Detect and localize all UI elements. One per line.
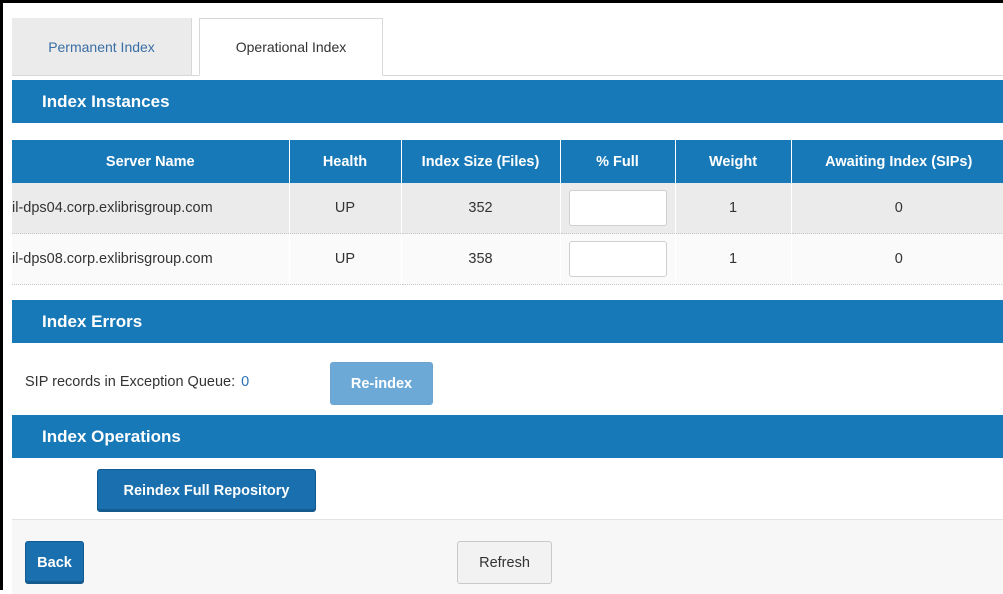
section-header-index-errors: Index Errors [12,300,1003,343]
section-header-index-instances: Index Instances [12,80,1003,123]
section-header-index-operations: Index Operations [12,415,1003,458]
cell-weight: 1 [675,183,792,234]
section-title: Index Instances [42,91,170,111]
column-header-health: Health [289,140,402,183]
cell-health: UP [289,183,402,234]
table-row: il-dps04.corp.exlibrisgroup.com UP 352 1… [12,183,1003,234]
refresh-button[interactable]: Refresh [457,541,552,584]
percent-full-field [568,241,667,277]
cell-awaiting-index: 0 [791,183,1003,234]
cell-awaiting-index: 0 [791,233,1003,285]
cell-health: UP [289,233,402,285]
percent-full-field [568,190,667,226]
exception-queue-label: SIP records in Exception Queue: [25,374,236,390]
back-button[interactable]: Back [25,541,84,584]
exception-queue-status: SIP records in Exception Queue: 0 [25,374,249,390]
column-header-weight: Weight [675,140,792,183]
table-row: il-dps08.corp.exlibrisgroup.com UP 358 1… [12,233,1003,285]
reindex-button[interactable]: Re-index [330,362,433,405]
cell-percent-full [560,183,676,234]
column-header-server-name: Server Name [12,140,290,183]
cell-weight: 1 [675,233,792,285]
section-title: Index Errors [42,311,143,331]
column-header-awaiting-index: Awaiting Index (SIPs) [791,140,1003,183]
tab-permanent-index[interactable]: Permanent Index [12,18,192,75]
section-title: Index Operations [42,426,181,446]
exception-queue-count[interactable]: 0 [241,374,249,390]
reindex-full-repository-button[interactable]: Reindex Full Repository [97,469,316,512]
tab-bar: Permanent Index Operational Index [12,18,1003,76]
cell-percent-full [560,233,676,285]
tab-operational-index[interactable]: Operational Index [199,18,383,76]
cell-server-name: il-dps08.corp.exlibrisgroup.com [12,233,290,285]
index-instances-table: Server Name Health Index Size (Files) % … [12,140,1003,285]
cell-index-size: 352 [401,183,561,234]
cell-index-size: 358 [401,233,561,285]
cell-server-name: il-dps04.corp.exlibrisgroup.com [12,183,290,234]
column-header-percent-full: % Full [560,140,676,183]
table-header-row: Server Name Health Index Size (Files) % … [12,140,1003,183]
operational-index-panel: Permanent Index Operational Index Index … [0,0,1003,594]
column-header-index-size: Index Size (Files) [401,140,561,183]
